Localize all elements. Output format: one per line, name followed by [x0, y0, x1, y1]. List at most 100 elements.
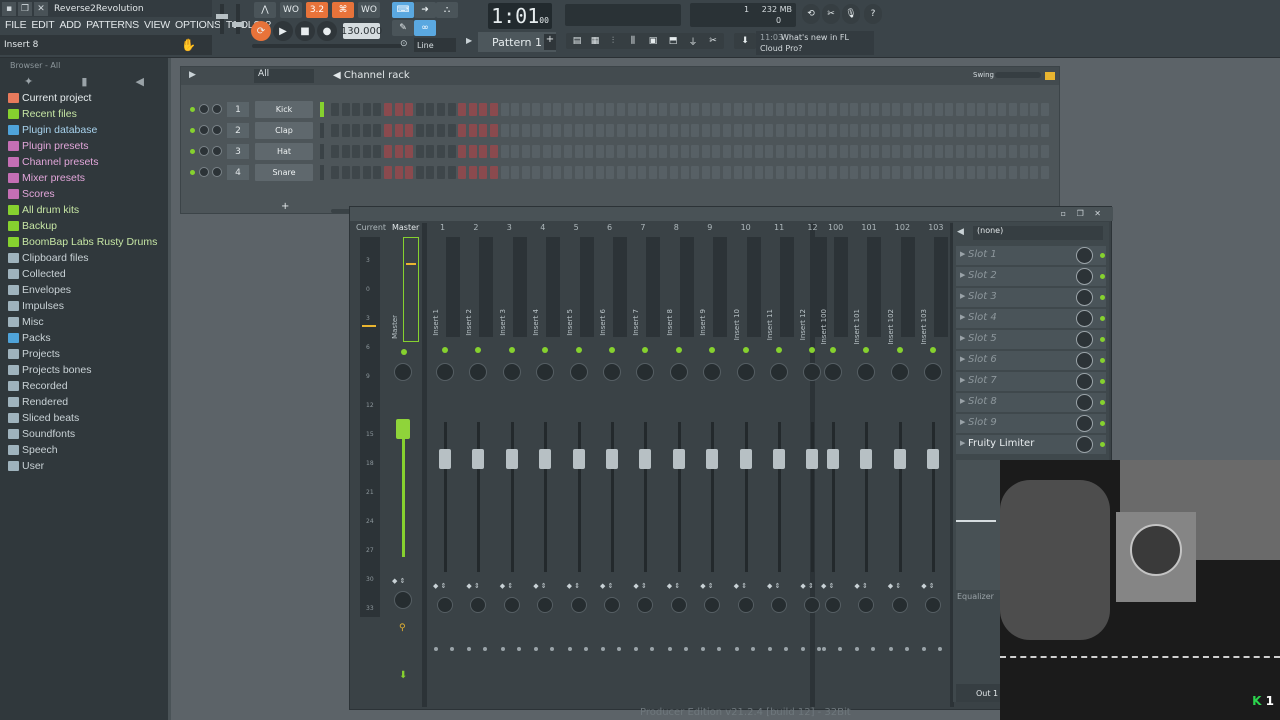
step-button[interactable]: [1019, 103, 1028, 116]
step-button[interactable]: [701, 103, 710, 116]
track-route-dot[interactable]: [516, 647, 521, 651]
step-button[interactable]: [680, 145, 689, 158]
browser-splitter[interactable]: [168, 58, 171, 720]
channel-pan-knob[interactable]: [199, 146, 209, 156]
step-button[interactable]: [722, 166, 731, 179]
track-send-knob[interactable]: [891, 597, 908, 613]
step-button[interactable]: [468, 124, 477, 137]
record-button[interactable]: ●: [317, 21, 337, 41]
step-button[interactable]: [426, 124, 435, 137]
step-button[interactable]: [1009, 124, 1017, 137]
step-button[interactable]: [331, 103, 339, 116]
news-panel[interactable]: 11:03 What's new in FL Cloud Pro?: [756, 31, 874, 55]
step-button[interactable]: [383, 103, 392, 116]
track-pan-knob[interactable]: [502, 363, 521, 381]
browser-file-icon[interactable]: ▮: [81, 75, 87, 88]
step-button[interactable]: [934, 145, 943, 158]
step-button[interactable]: [754, 124, 763, 137]
step-button[interactable]: [913, 166, 922, 179]
step-button[interactable]: [564, 145, 573, 158]
browser-icon[interactable]: ▣: [642, 33, 664, 49]
step-button[interactable]: [426, 145, 435, 158]
fx-slot-enable-led[interactable]: [1100, 400, 1105, 405]
fx-slot[interactable]: ▶ Slot 9: [956, 414, 1106, 433]
mixer-track[interactable]: Insert 1 ◆ ⇕: [430, 237, 460, 707]
step-button[interactable]: [945, 145, 954, 158]
mixer-icon[interactable]: ⫼: [622, 33, 644, 49]
typing-keyboard-icon[interactable]: ⌨: [392, 2, 414, 18]
step-button[interactable]: [415, 145, 424, 158]
step-button[interactable]: [1040, 166, 1049, 179]
step-button[interactable]: [479, 124, 488, 137]
browser-item[interactable]: Envelopes: [0, 282, 168, 298]
slot-arrow-icon[interactable]: ▶: [960, 397, 965, 405]
menu-add[interactable]: ADD: [60, 19, 82, 31]
browser-item[interactable]: Plugin presets: [0, 138, 168, 154]
channel-mute-led[interactable]: [190, 107, 195, 112]
track-send-knob[interactable]: [925, 597, 942, 613]
track-fader[interactable]: [505, 449, 518, 469]
track-send-knob[interactable]: [503, 597, 520, 613]
track-fader[interactable]: [539, 449, 552, 469]
track-route-dot[interactable]: [467, 647, 472, 651]
step-button[interactable]: [680, 103, 689, 116]
step-button[interactable]: [871, 103, 880, 116]
track-send-knob[interactable]: [637, 597, 654, 613]
track-stereo-arrows[interactable]: ◆ ⇕: [700, 582, 713, 590]
track-route-dot[interactable]: [583, 647, 588, 651]
track-route-dot[interactable]: [784, 647, 788, 651]
step-button[interactable]: [532, 166, 541, 179]
track-pan-knob[interactable]: [824, 363, 842, 381]
step-button[interactable]: [797, 166, 806, 179]
step-button[interactable]: [712, 145, 721, 158]
step-button[interactable]: [670, 124, 678, 137]
track-mute-led[interactable]: [542, 347, 549, 353]
step-button[interactable]: [1009, 145, 1017, 158]
step-button[interactable]: [331, 166, 339, 179]
step-button[interactable]: [712, 124, 721, 137]
track-route-dot[interactable]: [888, 647, 893, 651]
fx-slot-mix-knob[interactable]: [1076, 310, 1093, 327]
fx-slot[interactable]: ▶ Slot 3: [956, 288, 1106, 307]
step-button[interactable]: [638, 145, 647, 158]
track-stereo-arrows[interactable]: ◆ ⇕: [800, 582, 813, 590]
step-button[interactable]: [458, 145, 467, 158]
step-button[interactable]: [966, 145, 975, 158]
step-button[interactable]: [373, 124, 382, 137]
step-button[interactable]: [585, 166, 594, 179]
mixer-track[interactable]: Insert 5 ◆ ⇕: [564, 237, 594, 707]
restore-icon[interactable]: ❐: [18, 1, 32, 16]
step-button[interactable]: [701, 145, 710, 158]
step-button[interactable]: [394, 166, 403, 179]
track-stereo-arrows[interactable]: ◆ ⇕: [466, 582, 479, 590]
track-fader[interactable]: [439, 449, 451, 469]
step-button[interactable]: [839, 166, 848, 179]
step-button[interactable]: [606, 145, 615, 158]
browser-item[interactable]: Projects bones: [0, 362, 168, 378]
browser-item[interactable]: Packs: [0, 330, 168, 346]
step-button[interactable]: [807, 103, 816, 116]
track-stereo-arrows[interactable]: ◆ ⇕: [888, 582, 901, 590]
step-button[interactable]: [383, 166, 392, 179]
step-button[interactable]: [574, 145, 583, 158]
step-button[interactable]: [722, 124, 731, 137]
mixer-track[interactable]: Insert 103 ◆ ⇕: [918, 237, 949, 707]
track-fader[interactable]: [606, 449, 618, 469]
step-button[interactable]: [447, 124, 456, 137]
step-button[interactable]: [542, 124, 551, 137]
step-button[interactable]: [744, 103, 753, 116]
track-mute-led[interactable]: [642, 347, 649, 353]
swing-slider[interactable]: [995, 72, 1041, 78]
step-button[interactable]: [436, 166, 445, 179]
step-button[interactable]: [479, 103, 488, 116]
step-button[interactable]: [553, 124, 562, 137]
track-route-dot[interactable]: [904, 647, 909, 651]
step-button[interactable]: [564, 124, 573, 137]
mixer-track[interactable]: Insert 11 ◆ ⇕: [764, 237, 794, 707]
step-button[interactable]: [775, 166, 784, 179]
track-send-knob[interactable]: [537, 597, 554, 613]
step-button[interactable]: [956, 103, 965, 116]
track-mute-led[interactable]: [809, 347, 816, 353]
fx-slot-mix-knob[interactable]: [1076, 415, 1093, 432]
step-button[interactable]: [511, 124, 520, 137]
